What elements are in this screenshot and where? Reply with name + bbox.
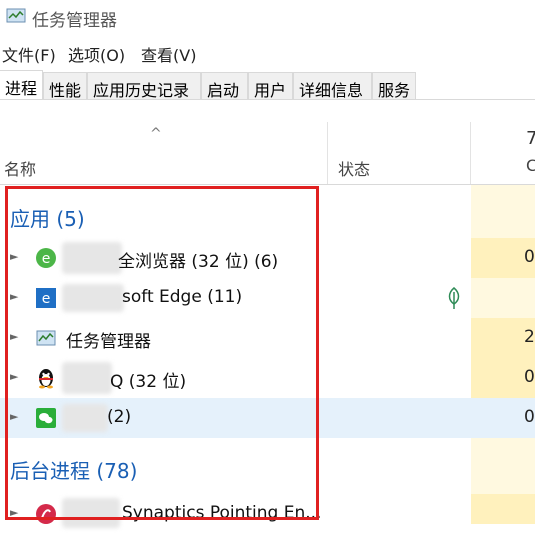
process-name: Q (32 位)	[110, 372, 187, 392]
redacted-blur	[62, 362, 112, 394]
svg-text:e: e	[42, 291, 51, 307]
process-row[interactable]: ► e 全浏览器 (32 位) (6) 0	[0, 238, 535, 278]
process-cpu: 0	[524, 247, 535, 267]
tab-app-history[interactable]: 应用历史记录	[87, 72, 201, 100]
task-manager-icon	[6, 8, 26, 23]
title-bar: 任务管理器	[0, 0, 535, 34]
sort-up-icon[interactable]: ^	[150, 126, 162, 142]
header-divider	[0, 184, 535, 185]
process-row[interactable]: ► e soft Edge (11)	[0, 278, 535, 318]
process-row[interactable]: ► 任务管理器 2	[0, 318, 535, 358]
menu-options[interactable]: 选项(O)	[68, 42, 125, 66]
tab-details[interactable]: 详细信息	[293, 72, 372, 100]
redacted-blur	[62, 284, 124, 312]
cpu-usage-total: 7	[526, 128, 535, 149]
tab-users[interactable]: 用户	[248, 72, 293, 100]
column-header: ^ 名称 状态 7 C	[0, 122, 535, 185]
process-name: 任务管理器	[66, 332, 151, 352]
process-row-selected[interactable]: ► (2) 0	[0, 398, 535, 438]
expand-icon[interactable]: ►	[10, 410, 18, 423]
column-name[interactable]: 名称	[4, 156, 36, 180]
wechat-icon	[36, 408, 56, 428]
expand-icon[interactable]: ►	[10, 250, 18, 263]
tab-strip: 进程 性能 应用历史记录 启动 用户 详细信息 服务	[0, 70, 535, 100]
tab-processes[interactable]: 进程	[0, 70, 43, 100]
group-apps-title: 应用 (5)	[10, 207, 85, 231]
tab-divider	[0, 99, 535, 100]
expand-icon[interactable]: ►	[10, 330, 18, 343]
column-separator[interactable]	[470, 122, 471, 185]
column-cpu[interactable]: C	[526, 156, 535, 175]
process-name: soft Edge (11)	[122, 287, 243, 307]
menu-file[interactable]: 文件(F)	[2, 42, 56, 66]
redacted-blur	[62, 242, 122, 274]
qq-penguin-icon	[39, 369, 53, 389]
process-row[interactable]: ► Synaptics Pointing En...	[0, 494, 535, 534]
menu-view[interactable]: 查看(V)	[141, 42, 196, 66]
column-separator[interactable]	[327, 122, 328, 185]
cpu-cell-bg	[471, 438, 535, 494]
menu-bar: 文件(F) 选项(O) 查看(V)	[0, 38, 535, 66]
edge-icon: e	[36, 288, 56, 308]
column-status[interactable]: 状态	[338, 156, 370, 180]
tab-services[interactable]: 服务	[372, 72, 416, 100]
process-name: (2)	[107, 407, 132, 427]
redacted-blur	[62, 404, 108, 432]
process-cpu: 2	[524, 327, 535, 347]
window-title: 任务管理器	[32, 11, 117, 31]
process-cpu: 0	[524, 407, 535, 427]
process-name: 全浏览器 (32 位) (6)	[118, 252, 279, 272]
cpu-cell-bg	[471, 185, 535, 238]
expand-icon[interactable]: ►	[10, 370, 18, 383]
tab-startup[interactable]: 启动	[201, 72, 248, 100]
task-manager-icon	[36, 330, 56, 346]
expand-icon[interactable]: ►	[10, 506, 18, 519]
group-background-title: 后台进程 (78)	[10, 459, 138, 483]
process-cpu: 0	[524, 367, 535, 387]
leaf-icon	[448, 287, 460, 309]
360-browser-icon: e	[36, 248, 56, 268]
expand-icon[interactable]: ►	[10, 290, 18, 303]
synaptics-icon	[36, 504, 56, 524]
process-name: Synaptics Pointing En...	[122, 503, 322, 523]
tab-performance[interactable]: 性能	[43, 72, 87, 100]
process-row[interactable]: ► Q (32 位) 0	[0, 358, 535, 398]
svg-text:e: e	[42, 251, 51, 267]
